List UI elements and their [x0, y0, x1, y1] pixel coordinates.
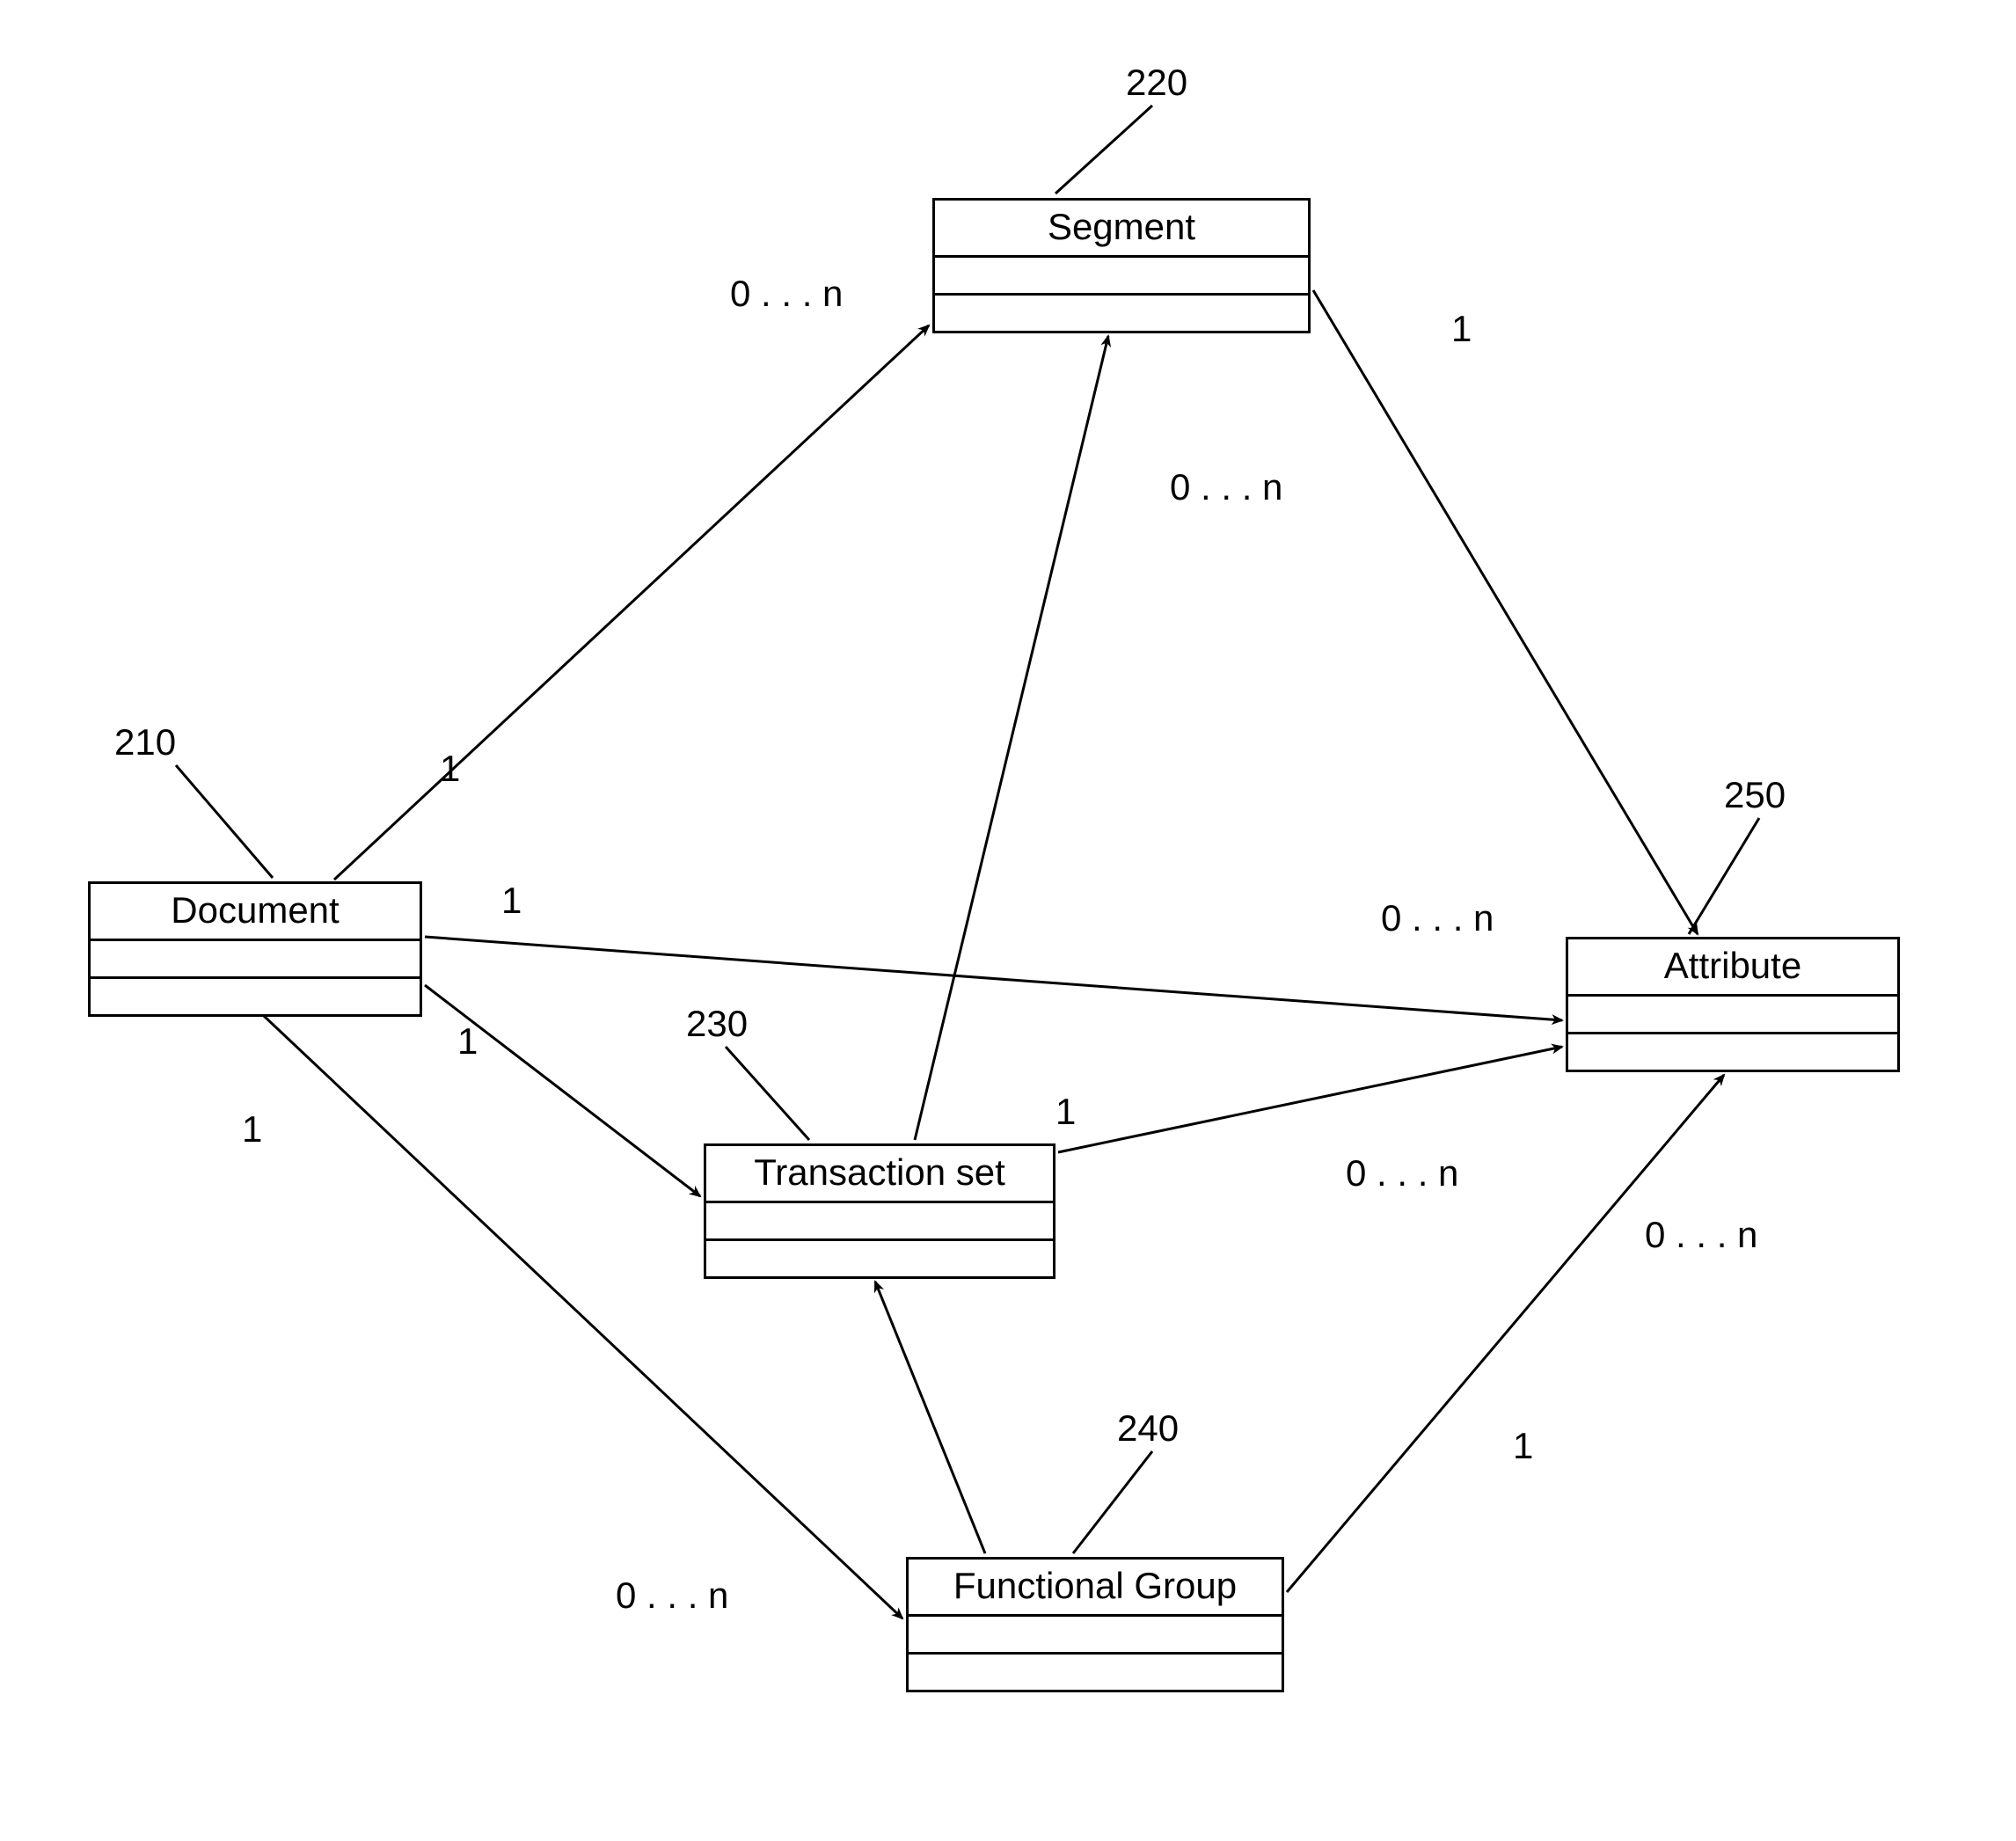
mult-txn-attr-dst: 0 . . . n — [1346, 1152, 1458, 1194]
entity-document-title: Document — [91, 884, 420, 941]
uml-diagram: Document Segment Transaction set Functio… — [0, 0, 2016, 1841]
mult-doc-attr-dst: 0 . . . n — [1381, 897, 1494, 939]
entity-functional-group: Functional Group — [906, 1557, 1284, 1692]
mult-doc-attr-src: 1 — [501, 880, 522, 922]
mult-doc-seg-dst: 0 . . . n — [730, 273, 843, 315]
mult-doc-fg-dst: 0 . . . n — [616, 1574, 728, 1617]
mult-doc-fg-src: 1 — [242, 1108, 262, 1151]
entity-transaction-set-title: Transaction set — [706, 1146, 1053, 1203]
entity-functional-group-title: Functional Group — [909, 1560, 1282, 1617]
entity-transaction-set: Transaction set — [704, 1143, 1055, 1279]
ref-functional-group: 240 — [1117, 1407, 1179, 1450]
entity-segment: Segment — [932, 198, 1311, 333]
mult-txn-seg-dst: 0 . . . n — [1170, 466, 1282, 508]
mult-doc-txn-src: 1 — [457, 1020, 478, 1063]
ref-segment: 220 — [1126, 62, 1187, 104]
ref-transaction-set: 230 — [686, 1003, 748, 1045]
ref-document: 210 — [114, 721, 176, 763]
entity-segment-title: Segment — [935, 201, 1308, 258]
mult-fg-attr-src: 1 — [1513, 1425, 1533, 1467]
ref-attribute: 250 — [1724, 774, 1786, 816]
entity-attribute: Attribute — [1566, 937, 1900, 1072]
mult-doc-seg-src: 1 — [440, 748, 460, 790]
mult-fg-attr-dst: 0 . . . n — [1645, 1214, 1757, 1256]
entity-document: Document — [88, 881, 422, 1017]
entity-attribute-title: Attribute — [1568, 939, 1897, 997]
mult-seg-attr-src: 1 — [1451, 308, 1472, 350]
mult-txn-attr-src: 1 — [1055, 1091, 1076, 1133]
